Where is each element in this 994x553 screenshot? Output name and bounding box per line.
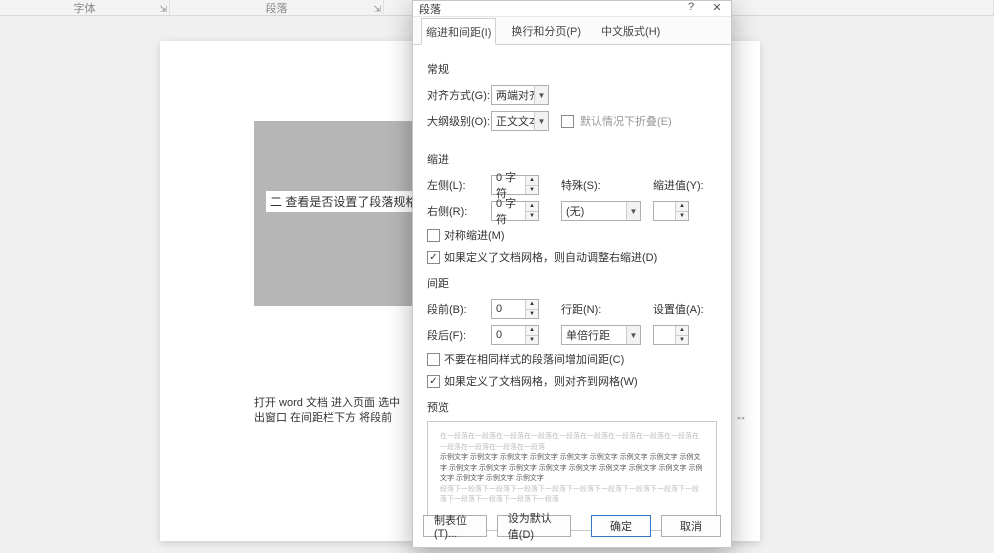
right-indent-label: 右侧(R): <box>427 203 491 219</box>
chevron-down-icon: ▼ <box>626 202 640 220</box>
adjust-indent-label: 如果定义了文档网格，则自动调整右缩进(D) <box>444 249 657 265</box>
row-indent-right: 右侧(R): 0 字符 ▲▼ (无) ▼ ▲▼ <box>427 199 717 223</box>
snap-grid-label: 如果定义了文档网格，则对齐到网格(W) <box>444 373 638 389</box>
row-mirror: 对称缩进(M) <box>427 225 717 245</box>
ribbon-group-font: 字体 ⇲ <box>0 0 170 15</box>
ribbon-group-paragraph-label: 段落 <box>266 0 288 16</box>
row-no-space-same: 不要在相同样式的段落间增加间距(C) <box>427 349 717 369</box>
spinner-icon[interactable]: ▲▼ <box>525 326 538 344</box>
before-input[interactable]: 0 ▲▼ <box>491 299 539 319</box>
cancel-button[interactable]: 取消 <box>661 515 721 537</box>
tab-line-page-breaks[interactable]: 换行和分页(P) <box>506 17 586 44</box>
no-space-same-label: 不要在相同样式的段落间增加间距(C) <box>444 351 624 367</box>
paragraph-dialog: 段落 ? ✕ 缩进和间距(I) 换行和分页(P) 中文版式(H) 常规 对齐方式… <box>412 0 732 548</box>
indentval-input[interactable]: ▲▼ <box>653 201 689 221</box>
before-label: 段前(B): <box>427 301 491 317</box>
setval-label: 设置值(A): <box>653 301 709 317</box>
dialog-buttons: 制表位(T)... 设为默认值(D) 确定 取消 <box>413 513 731 539</box>
after-input[interactable]: 0 ▲▼ <box>491 325 539 345</box>
alignment-label: 对齐方式(G): <box>427 87 491 103</box>
row-outline: 大纲级别(O): 正文文本 ▼ 默认情况下折叠(E) <box>427 109 717 133</box>
after-label: 段后(F): <box>427 327 491 343</box>
special-label: 特殊(S): <box>561 177 615 193</box>
dialog-launcher-icon[interactable]: ⇲ <box>159 4 167 15</box>
doc-text-line-1: 二 查看是否设置了段落规格 <box>266 191 421 212</box>
indentval-label: 缩进值(Y): <box>653 177 709 193</box>
adjust-indent-checkbox[interactable]: ✓ <box>427 251 440 264</box>
right-indent-value: 0 字符 <box>496 195 524 227</box>
doc-text-line-2a: 打开 word 文档 进入页面 选中 <box>254 396 414 411</box>
doc-text-line-2b: 出窗口 在间距栏下方 将段前 <box>254 411 414 426</box>
ribbon-group-font-label: 字体 <box>74 0 96 16</box>
row-alignment: 对齐方式(G): 两端对齐 ▼ <box>427 83 717 107</box>
spinner-icon[interactable]: ▲▼ <box>525 202 538 220</box>
section-spacing: 间距 <box>427 275 717 291</box>
chevron-down-icon: ▼ <box>626 326 640 344</box>
dialog-launcher-icon[interactable]: ⇲ <box>373 4 381 15</box>
preview-grey-below: 段落下一段落下一段落下一段落下一段落下一段落下一段落下一段落下一段落下一段落下一… <box>440 485 704 506</box>
dialog-tabbar: 缩进和间距(I) 换行和分页(P) 中文版式(H) <box>413 17 731 45</box>
spinner-icon[interactable]: ▲▼ <box>525 176 538 194</box>
alignment-combo[interactable]: 两端对齐 ▼ <box>491 85 549 105</box>
dialog-titlebar: 段落 ? ✕ <box>413 1 731 17</box>
special-combo[interactable]: (无) ▼ <box>561 201 641 221</box>
dialog-help-button[interactable]: ? <box>681 1 701 13</box>
before-value: 0 <box>496 303 502 315</box>
tab-asian-typography[interactable]: 中文版式(H) <box>596 17 665 44</box>
line-spacing-combo[interactable]: 单倍行距 ▼ <box>561 325 641 345</box>
row-space-after: 段后(F): 0 ▲▼ 单倍行距 ▼ ▲▼ <box>427 323 717 347</box>
doc-text-block-2: 打开 word 文档 进入页面 选中 出窗口 在间距栏下方 将段前 <box>254 396 414 426</box>
chevron-down-icon: ▼ <box>534 86 548 104</box>
outline-combo[interactable]: 正文文本 ▼ <box>491 111 549 131</box>
tabs-button[interactable]: 制表位(T)... <box>423 515 487 537</box>
ok-button[interactable]: 确定 <box>591 515 651 537</box>
no-space-same-checkbox[interactable] <box>427 353 440 366</box>
chevron-down-icon: ▼ <box>534 112 548 130</box>
doc-selection-box <box>254 121 414 306</box>
spinner-icon[interactable]: ▲▼ <box>675 202 688 220</box>
row-adjust-indent: ✓ 如果定义了文档网格，则自动调整右缩进(D) <box>427 247 717 267</box>
setval-input[interactable]: ▲▼ <box>653 325 689 345</box>
outline-label: 大纲级别(O): <box>427 113 491 129</box>
left-indent-input[interactable]: 0 字符 ▲▼ <box>491 175 539 195</box>
spinner-icon[interactable]: ▲▼ <box>675 326 688 344</box>
right-indent-input[interactable]: 0 字符 ▲▼ <box>491 201 539 221</box>
snap-grid-checkbox[interactable]: ✓ <box>427 375 440 388</box>
spinner-icon[interactable]: ▲▼ <box>525 300 538 318</box>
preview-body: 示例文字 示例文字 示例文字 示例文字 示例文字 示例文字 示例文字 示例文字 … <box>440 453 704 485</box>
ribbon-group-paragraph: 段落 ⇲ <box>170 0 384 15</box>
line-spacing-label: 行距(N): <box>561 301 615 317</box>
section-general: 常规 <box>427 61 717 77</box>
dialog-title: 段落 <box>419 1 441 17</box>
after-value: 0 <box>496 329 502 341</box>
set-default-button[interactable]: 设为默认值(D) <box>497 515 571 537</box>
collapse-label: 默认情况下折叠(E) <box>580 113 672 129</box>
dialog-close-button[interactable]: ✕ <box>707 1 727 14</box>
row-space-before: 段前(B): 0 ▲▼ 行距(N): 设置值(A): <box>427 297 717 321</box>
mirror-label: 对称缩进(M) <box>444 227 505 243</box>
resize-handle-icon: ↔ <box>735 409 747 421</box>
row-snap-grid: ✓ 如果定义了文档网格，则对齐到网格(W) <box>427 371 717 391</box>
special-value: (无) <box>566 203 584 219</box>
left-indent-label: 左侧(L): <box>427 177 491 193</box>
row-indent-left: 左侧(L): 0 字符 ▲▼ 特殊(S): 缩进值(Y): <box>427 173 717 197</box>
mirror-checkbox[interactable] <box>427 229 440 242</box>
line-spacing-value: 单倍行距 <box>566 327 610 343</box>
section-preview: 预览 <box>427 399 717 415</box>
section-indent: 缩进 <box>427 151 717 167</box>
preview-grey-above: 在一段落在一段落在一段落在一段落在一段落在一段落在一段落在一段落在一段落在一段落… <box>440 432 704 453</box>
collapse-checkbox[interactable] <box>561 115 574 128</box>
tab-indent-spacing[interactable]: 缩进和间距(I) <box>421 18 496 45</box>
dialog-body: 常规 对齐方式(G): 两端对齐 ▼ 大纲级别(O): 正文文本 ▼ 默认情况下… <box>413 45 731 537</box>
